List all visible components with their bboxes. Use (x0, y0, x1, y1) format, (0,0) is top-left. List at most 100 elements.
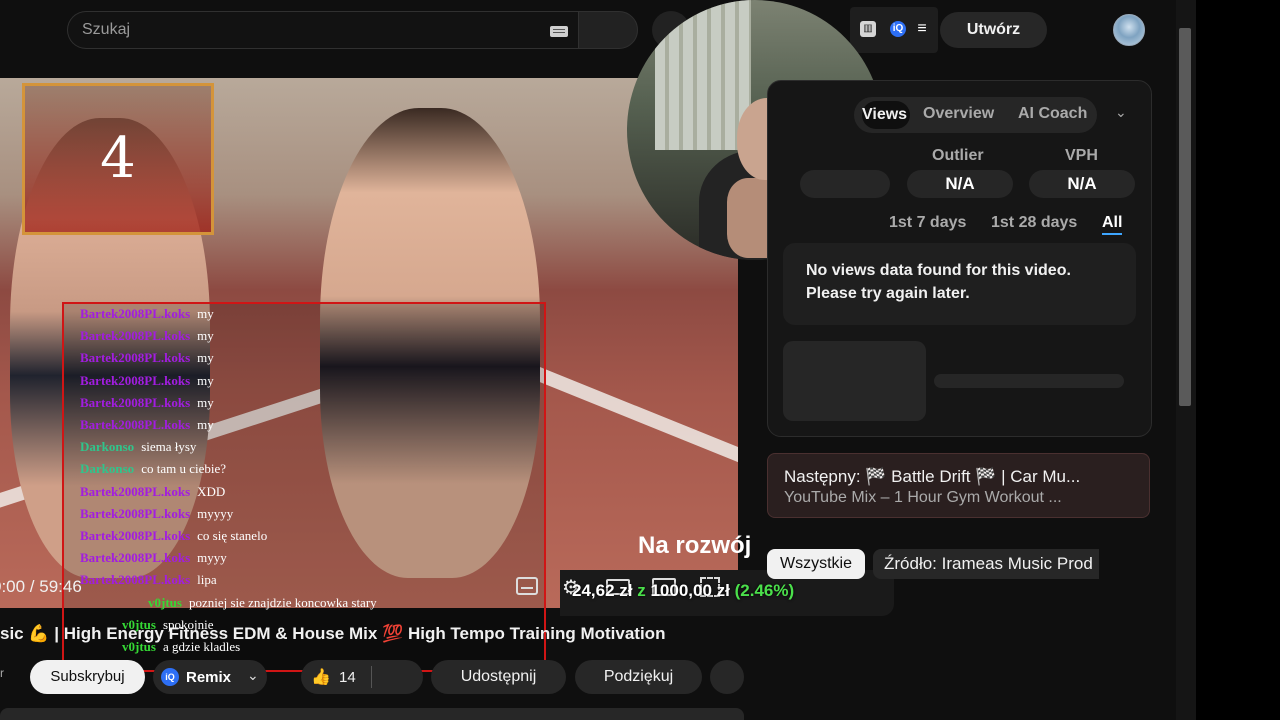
tab-overview[interactable]: Overview (923, 105, 994, 123)
webcam-blinds (655, 0, 751, 150)
chat-username: Darkonso (80, 439, 135, 455)
metric-value-outlier: N/A (907, 170, 1013, 198)
chat-username: Bartek2008PL.koks (80, 350, 191, 366)
chat-message: Bartek2008PL.koks XDD (80, 484, 225, 502)
donation-separator: z (637, 581, 646, 600)
search-button[interactable] (578, 11, 638, 49)
chat-message: Bartek2008PL.koks lipa (80, 572, 217, 590)
chat-overlay: Bartek2008PL.koks my Bartek2008PL.koks my Ba… (62, 302, 546, 672)
create-button[interactable]: Utwórz (940, 12, 1047, 48)
avatar[interactable] (1113, 14, 1145, 46)
loading-placeholder-line (934, 374, 1124, 388)
chat-username: v0jtus (148, 594, 182, 610)
like-button[interactable]: 👍 14 (301, 660, 423, 694)
chat-username: Bartek2008PL.koks (80, 417, 191, 432)
chat-username: Bartek2008PL.koks (80, 328, 191, 344)
chat-text: co tam u ciebie? (141, 461, 227, 477)
chat-message: Bartek2008PL.koks myyyy (80, 506, 233, 524)
like-count: 14 (339, 669, 356, 686)
chat-username: Bartek2008PL.koks (80, 528, 191, 543)
like-divider (371, 666, 372, 688)
keyboard-icon[interactable] (550, 26, 568, 37)
chat-username: Bartek2008PL.koks (80, 372, 191, 388)
range-all[interactable]: All (1102, 214, 1123, 235)
metric-label-vph: VPH (1065, 147, 1098, 164)
blank-area (1196, 0, 1280, 720)
chat-message: Darkonso siema łysy (80, 439, 196, 457)
time-display: 0:00 / 59:46 (0, 577, 82, 596)
remix-label: Remix (186, 669, 232, 686)
range-28-days[interactable]: 1st 28 days (991, 214, 1077, 232)
goal-heading: Na rozwój (638, 532, 752, 559)
chat-message: Darkonso co tam u ciebie? (80, 461, 226, 479)
chat-username: Bartek2008PL.koks (80, 505, 191, 521)
chevron-down-icon[interactable]: ⌄ (247, 667, 259, 684)
metric-label-outlier: Outlier (932, 147, 984, 164)
scrollbar-thumb[interactable] (1179, 28, 1191, 406)
chat-text: my (197, 328, 214, 344)
subtitles-icon[interactable] (516, 577, 538, 595)
thumbs-up-icon: 👍 (311, 669, 331, 686)
chat-text: siema łysy (141, 439, 197, 455)
chat-text: my (197, 417, 214, 432)
top-bar: ▥ iQ ≡ Utwórz (0, 0, 1176, 60)
chip-source[interactable]: Źródło: Irameas Music Prod (873, 549, 1099, 579)
chat-message: Bartek2008PL.koks co się stanelo (80, 528, 267, 546)
chat-text: my (197, 372, 214, 388)
empty-message-line1: No views data found for this video. (806, 262, 1071, 279)
menu-icon[interactable]: ≡ (914, 21, 930, 37)
chat-username: Bartek2008PL.koks (80, 394, 191, 410)
metric-value-vph: N/A (1029, 170, 1135, 198)
chat-username: Bartek2008PL.koks (80, 483, 191, 499)
chat-text: my (197, 394, 214, 410)
range-7-days[interactable]: 1st 7 days (889, 214, 966, 232)
channel-info: r (0, 666, 4, 680)
donation-target: 1000,00 zł (650, 581, 730, 600)
metric-value-views (800, 170, 890, 198)
next-video-title: Następny: 🏁 Battle Drift 🏁 | Car Mu... (784, 467, 1081, 486)
next-video-subtitle: YouTube Mix – 1 Hour Gym Workout ... (784, 489, 1062, 506)
countdown-number: 4 (100, 126, 136, 191)
countdown-overlay: 4 (22, 83, 214, 235)
chat-text: XDD (197, 483, 226, 499)
remix-button[interactable]: iQ Remix ⌄ (153, 660, 267, 694)
chat-message: Bartek2008PL.koks my (80, 306, 214, 324)
donation-percent: (2.46%) (734, 581, 795, 600)
chat-text: lipa (197, 572, 217, 588)
chevron-down-icon[interactable]: ⌄ (1115, 104, 1127, 121)
description-box[interactable] (0, 708, 744, 720)
more-actions-button[interactable] (710, 660, 744, 694)
subscribe-button[interactable]: Subskrybuj (30, 660, 145, 694)
video-title: sic 💪 | High Energy Fitness EDM & House … (0, 624, 666, 643)
chip-all[interactable]: Wszystkie (767, 549, 865, 579)
chat-username: Darkonso (80, 461, 135, 477)
vidiq-icon[interactable]: iQ (890, 21, 906, 37)
chat-text: myyy (197, 550, 227, 566)
share-button[interactable]: Udostępnij (431, 660, 566, 694)
tab-views[interactable]: Views (862, 101, 910, 129)
chat-username: Bartek2008PL.koks (80, 550, 191, 566)
chat-message: Bartek2008PL.koks my (80, 328, 214, 346)
donation-goal: 24,62 zł z 1000,00 zł (2.46%) (572, 581, 794, 601)
thanks-button[interactable]: Podziękuj (575, 660, 702, 694)
chat-message: Bartek2008PL.koks my (80, 373, 214, 391)
empty-message-line2: Please try again later. (806, 285, 970, 302)
loading-placeholder (783, 341, 926, 421)
chat-username: Bartek2008PL.koks (80, 572, 191, 588)
tab-ai-coach[interactable]: AI Coach (1018, 105, 1087, 123)
empty-state: No views data found for this video. Plea… (783, 243, 1136, 325)
extension-toolbar: ▥ iQ ≡ (850, 7, 938, 53)
chat-message: Bartek2008PL.koks my (80, 417, 214, 435)
search-input[interactable] (82, 19, 522, 41)
chat-message: Bartek2008PL.koks myyy (80, 550, 227, 568)
chat-message: v0jtus pozniej sie znajdzie koncowka star… (148, 595, 377, 613)
next-video-card[interactable]: Następny: 🏁 Battle Drift 🏁 | Car Mu... Y… (767, 453, 1150, 518)
donation-current: 24,62 zł (572, 581, 633, 600)
vidiq-icon: iQ (161, 668, 179, 686)
chat-text: pozniej sie znajdzie koncowka stary (188, 594, 377, 610)
chat-text: co się stanelo (197, 528, 268, 543)
chat-text: my (197, 350, 214, 366)
chart-icon[interactable]: ▥ (860, 21, 876, 37)
search-box[interactable] (67, 11, 579, 49)
chat-text: myyyy (197, 505, 234, 521)
